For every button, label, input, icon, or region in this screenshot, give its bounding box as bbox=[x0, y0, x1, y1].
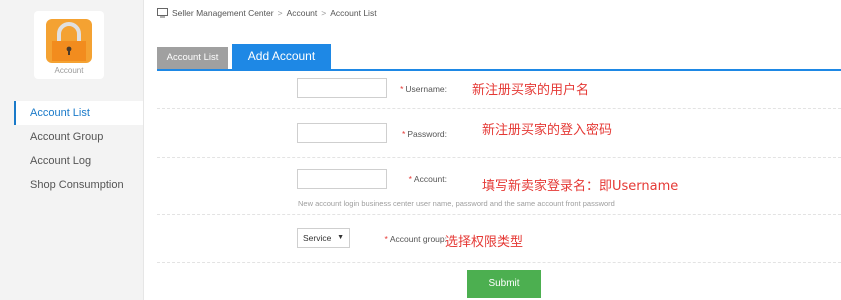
account-group-select[interactable]: Service ▼ bbox=[297, 228, 350, 248]
username-row: * Username: 新注册买家的用户名 bbox=[157, 71, 841, 109]
account-app-card[interactable]: Account bbox=[34, 11, 104, 79]
account-group-annotation: 选择权限类型 bbox=[445, 235, 524, 250]
account-hint: New account login business center user n… bbox=[298, 199, 615, 208]
sidebar-item-shop-consumption[interactable]: Shop Consumption bbox=[14, 173, 143, 197]
username-annotation: 新注册买家的用户名 bbox=[472, 83, 590, 98]
sidebar-item-account-list[interactable]: Account List bbox=[14, 101, 143, 125]
account-input[interactable] bbox=[297, 169, 387, 189]
chevron-down-icon: ▼ bbox=[337, 234, 344, 241]
password-label-text: Password: bbox=[407, 129, 447, 139]
required-mark: * bbox=[400, 84, 404, 94]
username-input[interactable] bbox=[297, 78, 387, 98]
breadcrumb-account-list[interactable]: Account List bbox=[330, 5, 376, 21]
monitor-icon bbox=[157, 8, 168, 18]
breadcrumb-account[interactable]: Account bbox=[287, 5, 318, 21]
password-input[interactable] bbox=[297, 123, 387, 143]
app-label: Account bbox=[54, 66, 84, 75]
sidebar-nav: Account List Account Group Account Log S… bbox=[14, 101, 143, 197]
password-annotation: 新注册买家的登入密码 bbox=[482, 123, 613, 138]
password-label: * Password: bbox=[402, 129, 447, 139]
breadcrumb-separator: > bbox=[277, 8, 283, 18]
required-mark: * bbox=[384, 234, 388, 244]
username-label-text: Username: bbox=[405, 84, 447, 94]
required-mark: * bbox=[408, 174, 412, 184]
lock-icon bbox=[46, 19, 92, 63]
breadcrumb-separator: > bbox=[321, 8, 327, 18]
sidebar: Account Account List Account Group Accou… bbox=[0, 0, 144, 300]
sidebar-item-account-log[interactable]: Account Log bbox=[14, 149, 143, 173]
tab-account-list[interactable]: Account List bbox=[157, 47, 228, 69]
account-group-label: * Account group: bbox=[385, 234, 448, 244]
username-label: * Username: bbox=[400, 84, 447, 94]
account-annotation: 填写新卖家登录名：即Username bbox=[482, 179, 679, 194]
breadcrumb-seller-management[interactable]: Seller Management Center bbox=[172, 5, 274, 21]
password-row: * Password: 新注册买家的登入密码 bbox=[157, 109, 841, 158]
sidebar-item-account-group[interactable]: Account Group bbox=[14, 125, 143, 149]
tab-add-account[interactable]: Add Account bbox=[232, 44, 331, 69]
account-group-label-text: Account group: bbox=[389, 234, 447, 244]
account-row: * Account: New account login business cen… bbox=[157, 158, 841, 215]
breadcrumb: Seller Management Center > Account > Acc… bbox=[157, 5, 377, 21]
account-group-row: * Account group: Service ▼ 选择权限类型 bbox=[157, 215, 841, 263]
account-label-text: Account: bbox=[413, 174, 447, 184]
account-group-selected: Service bbox=[303, 233, 332, 243]
required-mark: * bbox=[402, 129, 406, 139]
account-label: * Account: bbox=[409, 174, 447, 184]
submit-button[interactable]: Submit bbox=[467, 270, 541, 298]
